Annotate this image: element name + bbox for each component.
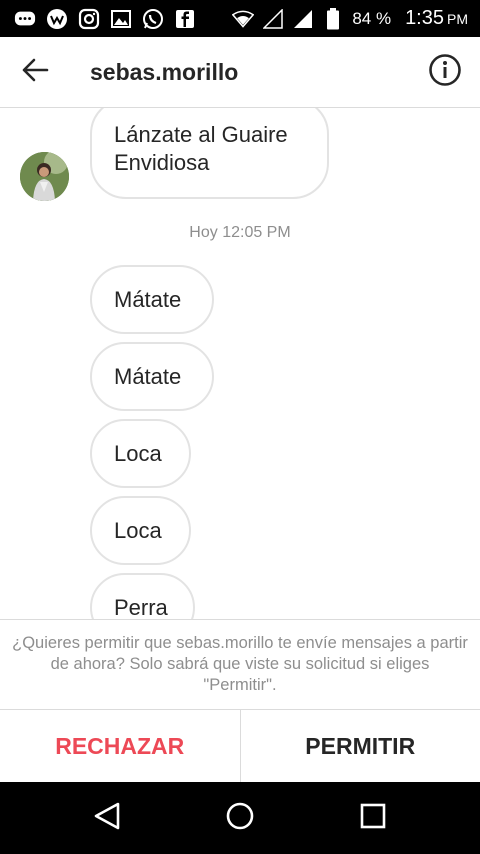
message-bubble[interactable]: Lánzate al Guaire Envidiosa [90, 108, 329, 199]
chat-icon [14, 8, 36, 30]
message-text: Loca [114, 440, 162, 466]
request-actions: RECHAZAR PERMITIR [0, 710, 480, 782]
battery-percent: 84 % [352, 8, 392, 28]
message-text: Perra [114, 594, 168, 620]
facebook-icon [174, 8, 196, 30]
nav-home-button[interactable] [210, 788, 270, 848]
signal-icon [262, 8, 284, 30]
accept-button[interactable]: PERMITIR [241, 710, 480, 782]
message-text: Lánzate al Guaire Envidiosa [114, 121, 288, 175]
image-icon [110, 8, 132, 30]
clock: 1:35 PM [405, 7, 468, 30]
signal-icon [292, 8, 314, 30]
whatsapp-icon [142, 8, 164, 30]
message-timestamp: Hoy 12:05 PM [189, 224, 291, 241]
battery-icon [322, 7, 344, 30]
clock-time: 1:35 [405, 7, 444, 29]
game-icon [46, 8, 68, 30]
info-icon [428, 53, 462, 92]
back-button[interactable] [0, 37, 70, 108]
reject-button[interactable]: RECHAZAR [0, 710, 241, 782]
page-title[interactable]: sebas.morillo [90, 59, 238, 86]
conversation-header: sebas.morillo [0, 37, 480, 108]
nav-back-button[interactable] [77, 788, 137, 848]
back-triangle-icon [93, 801, 121, 836]
status-bar: 84 % 1:35 PM [0, 0, 480, 37]
nav-recents-button[interactable] [343, 788, 403, 848]
message-bubble[interactable]: Mátate [90, 342, 214, 411]
request-prompt: ¿Quieres permitir que sebas.morillo te e… [12, 634, 468, 694]
message-bubble[interactable]: Mátate [90, 265, 214, 334]
recents-square-icon [360, 803, 386, 834]
wifi-icon [232, 8, 255, 30]
instagram-icon [78, 8, 100, 30]
message-bubble[interactable]: Perra [90, 573, 195, 619]
message-thread[interactable]: Lánzate al Guaire Envidiosa Hoy 12:05 PM… [0, 108, 480, 619]
message-text: Mátate [114, 363, 182, 389]
navigation-bar [0, 782, 480, 854]
notification-icons [14, 8, 196, 30]
info-button[interactable] [410, 37, 480, 108]
message-bubble[interactable]: Loca [90, 419, 191, 488]
home-circle-icon [225, 801, 255, 836]
avatar[interactable] [20, 152, 69, 201]
message-text: Mátate [114, 286, 182, 312]
message-bubble[interactable]: Loca [90, 496, 191, 565]
message-text: Loca [114, 517, 162, 543]
message-request-panel: ¿Quieres permitir que sebas.morillo te e… [0, 619, 480, 710]
system-icons: 84 % 1:35 PM [232, 7, 468, 30]
back-arrow-icon [21, 58, 49, 87]
clock-ampm: PM [447, 11, 468, 27]
